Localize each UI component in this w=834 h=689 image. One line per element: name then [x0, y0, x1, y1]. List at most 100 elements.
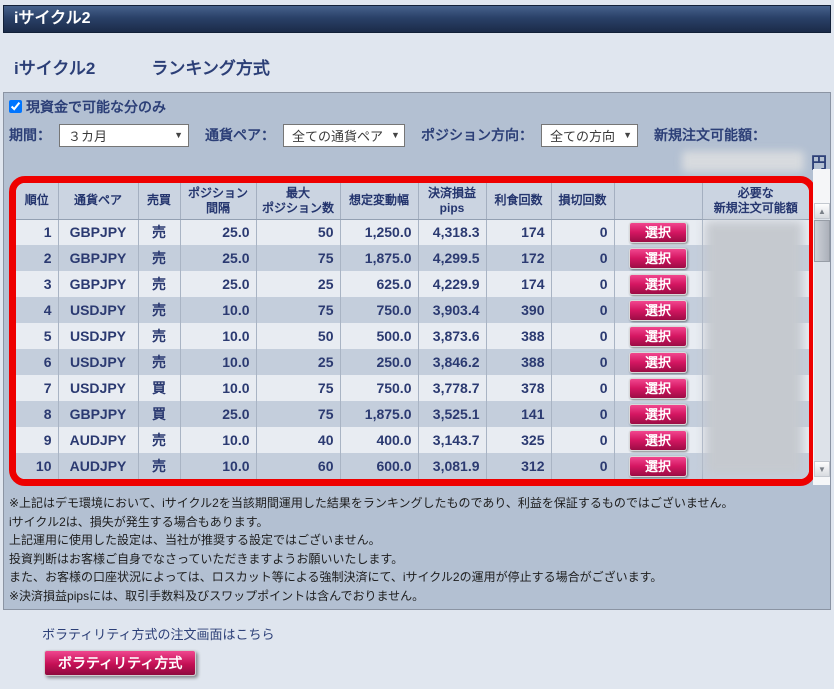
range-cell: 250.0 [340, 349, 418, 375]
chevron-down-icon: ▼ [623, 130, 632, 140]
interval-cell: 10.0 [180, 349, 256, 375]
select-cell: 選択 [614, 245, 702, 271]
col-rank: 順位 [16, 183, 58, 219]
pips-cell: 3,873.6 [418, 323, 486, 349]
max-positions-cell: 50 [256, 323, 340, 349]
scroll-down-icon: ▼ [818, 465, 826, 474]
col-take-profit: 利食回数 [486, 183, 551, 219]
max-positions-cell: 75 [256, 245, 340, 271]
disclaimer-note: iサイクル2は、損失が発生する場合もあります。 [9, 513, 830, 532]
max-positions-cell: 75 [256, 401, 340, 427]
select-cell: 選択 [614, 427, 702, 453]
period-label: 期間： [9, 125, 51, 145]
interval-cell: 10.0 [180, 375, 256, 401]
range-cell: 750.0 [340, 297, 418, 323]
select-button[interactable]: 選択 [629, 274, 687, 295]
take-profit-cell: 388 [486, 323, 551, 349]
max-positions-cell: 40 [256, 427, 340, 453]
select-cell: 選択 [614, 271, 702, 297]
stop-loss-cell: 0 [551, 323, 614, 349]
select-button[interactable]: 選択 [629, 378, 687, 399]
period-select-value: ３カ月 [68, 126, 107, 145]
interval-cell: 25.0 [180, 271, 256, 297]
interval-cell: 25.0 [180, 401, 256, 427]
pips-cell: 3,143.7 [418, 427, 486, 453]
pips-cell: 4,318.3 [418, 219, 486, 245]
select-button[interactable]: 選択 [629, 352, 687, 373]
interval-cell: 10.0 [180, 427, 256, 453]
take-profit-cell: 388 [486, 349, 551, 375]
tab-icycle2[interactable]: iサイクル2 [14, 59, 95, 78]
col-range: 想定変動幅 [340, 183, 418, 219]
select-button[interactable]: 選択 [629, 222, 687, 243]
select-cell: 選択 [614, 401, 702, 427]
volatility-link[interactable]: ボラティリティ方式の注文画面はこちら [42, 624, 274, 643]
select-button[interactable]: 選択 [629, 300, 687, 321]
select-button[interactable]: 選択 [629, 456, 687, 477]
scroll-up-button[interactable]: ▲ [814, 203, 830, 219]
scroll-thumb[interactable] [814, 220, 830, 262]
select-button[interactable]: 選択 [629, 248, 687, 269]
tab-ranking[interactable]: ランキング方式 [151, 59, 270, 78]
disclaimer-note: ※決済損益pipsには、取引手数料及びスワップポイントは含んでおりません。 [9, 587, 830, 606]
take-profit-cell: 390 [486, 297, 551, 323]
take-profit-cell: 174 [486, 271, 551, 297]
pair-cell: AUDJPY [58, 453, 138, 479]
amount-row: 円 [4, 149, 830, 173]
ranking-table: 順位 通貨ペア 売買 ポジション 間隔 最大 ポジション数 想定変動幅 決済損益… [16, 183, 809, 479]
table-row: 5 USDJPY 売 10.0 50 500.0 3,873.6 388 0 選… [16, 323, 809, 349]
cash-only-row: 現資金で可能な分のみ [4, 96, 830, 117]
highlight-frame: 順位 通貨ペア 売買 ポジション 間隔 最大 ポジション数 想定変動幅 決済損益… [9, 176, 816, 486]
select-cell: 選択 [614, 453, 702, 479]
select-cell: 選択 [614, 349, 702, 375]
pair-cell: USDJPY [58, 297, 138, 323]
stop-loss-cell: 0 [551, 245, 614, 271]
pair-cell: USDJPY [58, 375, 138, 401]
col-side: 売買 [138, 183, 180, 219]
stop-loss-cell: 0 [551, 401, 614, 427]
period-select[interactable]: ３カ月 ▼ [59, 124, 189, 147]
select-button[interactable]: 選択 [629, 404, 687, 425]
window-title: iサイクル2 [14, 10, 91, 27]
range-cell: 1,250.0 [340, 219, 418, 245]
icycle2-page: iサイクル2 iサイクル2 ランキング方式 現資金で可能な分のみ 期間： ３カ月 … [0, 5, 834, 676]
side-cell: 売 [138, 297, 180, 323]
filter-row: 期間： ３カ月 ▼ 通貨ペア： 全ての通貨ペア ▼ ポジション方向： 全ての方向… [4, 122, 830, 148]
take-profit-cell: 325 [486, 427, 551, 453]
max-positions-cell: 75 [256, 297, 340, 323]
rank-cell: 10 [16, 453, 58, 479]
range-cell: 600.0 [340, 453, 418, 479]
select-cell: 選択 [614, 375, 702, 401]
interval-cell: 25.0 [180, 219, 256, 245]
pair-cell: AUDJPY [58, 427, 138, 453]
side-cell: 売 [138, 245, 180, 271]
stop-loss-cell: 0 [551, 427, 614, 453]
take-profit-cell: 378 [486, 375, 551, 401]
volatility-button[interactable]: ボラティリティ方式 [44, 650, 196, 676]
side-cell: 売 [138, 349, 180, 375]
select-button[interactable]: 選択 [629, 326, 687, 347]
pair-cell: USDJPY [58, 323, 138, 349]
col-interval: ポジション 間隔 [180, 183, 256, 219]
required-amount-redacted [705, 221, 803, 475]
stop-loss-cell: 0 [551, 219, 614, 245]
range-cell: 750.0 [340, 375, 418, 401]
rank-cell: 5 [16, 323, 58, 349]
cash-only-checkbox[interactable] [9, 100, 22, 113]
rank-cell: 8 [16, 401, 58, 427]
direction-select-value: 全ての方向 [550, 126, 615, 145]
tab-bar: iサイクル2 ランキング方式 [14, 54, 834, 79]
vertical-scrollbar[interactable]: ▲ ▼ [814, 203, 830, 477]
window-titlebar: iサイクル2 [3, 5, 831, 33]
rank-cell: 7 [16, 375, 58, 401]
bottom-area: ボラティリティ方式の注文画面はこちら ボラティリティ方式 [0, 624, 834, 676]
pips-cell: 4,299.5 [418, 245, 486, 271]
pair-select[interactable]: 全ての通貨ペア ▼ [283, 124, 405, 147]
col-required-amount: 必要な 新規注文可能額 [702, 183, 809, 219]
direction-select[interactable]: 全ての方向 ▼ [541, 124, 638, 147]
scroll-down-button[interactable]: ▼ [814, 461, 830, 477]
select-button[interactable]: 選択 [629, 430, 687, 451]
scroll-track[interactable] [814, 262, 830, 461]
rank-cell: 9 [16, 427, 58, 453]
side-cell: 売 [138, 219, 180, 245]
